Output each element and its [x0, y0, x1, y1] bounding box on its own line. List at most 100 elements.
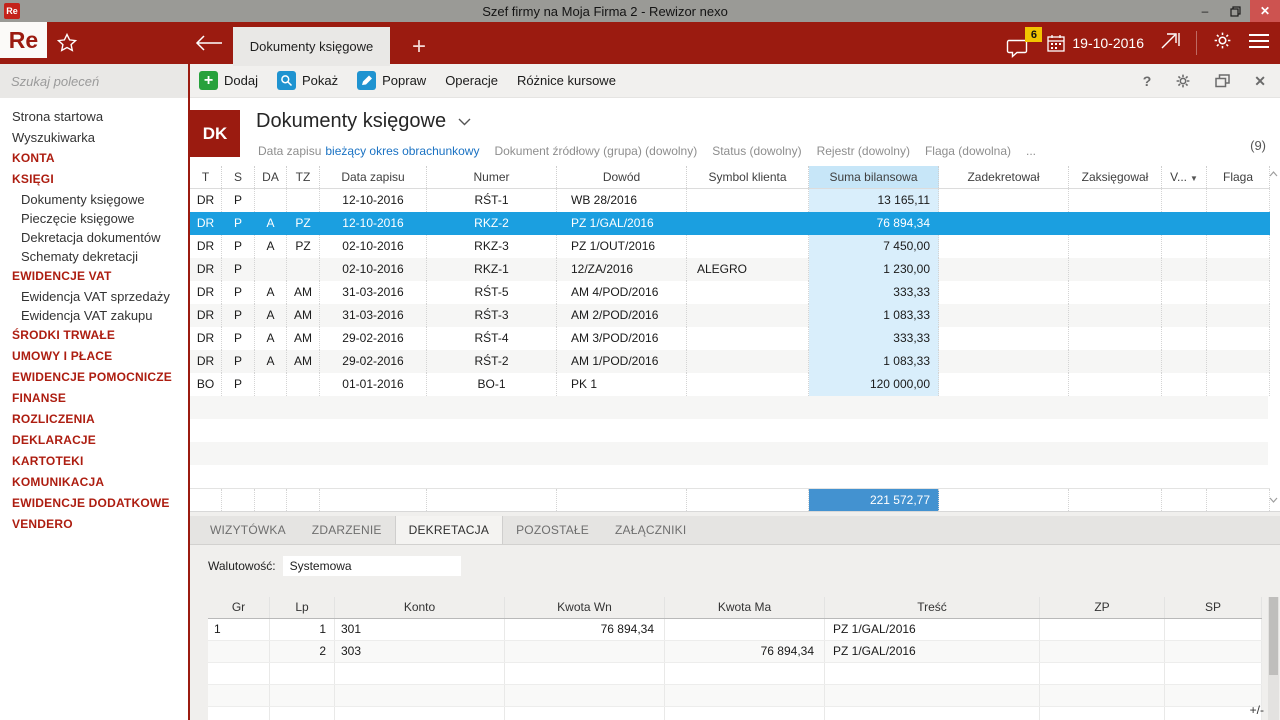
column-header-da[interactable]: DA [255, 166, 287, 188]
command-search[interactable] [0, 64, 188, 98]
decree-row[interactable] [208, 707, 1262, 720]
filter-item[interactable]: Status (dowolny) [712, 144, 801, 158]
column-header-zaksiegowal[interactable]: Zaksięgował [1069, 166, 1162, 188]
column-header-tz[interactable]: TZ [287, 166, 320, 188]
sidebar-item-księgi[interactable]: KSIĘGI [0, 169, 188, 190]
detail-tab-wizytówka[interactable]: WIZYTÓWKA [197, 516, 299, 544]
column-header-suma[interactable]: Suma bilansowa [809, 166, 939, 188]
favorites-button[interactable] [55, 31, 79, 55]
sidebar-item-umowy-i-płace[interactable]: UMOWY I PŁACE [0, 346, 188, 367]
table-row[interactable]: DRPAPZ02-10-2016RKZ-3PZ 1/OUT/20167 450,… [190, 235, 1270, 258]
table-row[interactable]: DRPAAM31-03-2016RŚT-5AM 4/POD/2016333,33 [190, 281, 1270, 304]
filter-item[interactable]: Data zapisubieżący okres obrachunkowy [258, 144, 479, 158]
show-button[interactable]: Pokaż [277, 71, 338, 90]
filter-item[interactable]: Flaga (dowolna) [925, 144, 1011, 158]
exchange-differences-button[interactable]: Różnice kursowe [517, 73, 616, 88]
add-button[interactable]: +Dodaj [199, 71, 258, 90]
scrollbar-thumb[interactable] [1269, 597, 1278, 675]
filter-item[interactable]: Dokument źródłowy (grupa) (dowolny) [494, 144, 697, 158]
restore-button[interactable] [1220, 0, 1250, 22]
column-header-flaga[interactable]: Flaga [1207, 166, 1270, 188]
sidebar-item-środki-trwałe[interactable]: ŚRODKI TRWAŁE [0, 325, 188, 346]
sidebar-item-ewidencja-vat-sprzedaży[interactable]: Ewidencja VAT sprzedaży [0, 287, 188, 306]
scroll-down-button[interactable] [1268, 494, 1279, 506]
sidebar-item-ewidencje-vat[interactable]: EWIDENCJE VAT [0, 266, 188, 287]
decree-row[interactable]: 230376 894,34PZ 1/GAL/2016 [208, 641, 1262, 663]
detail-tab-załączniki[interactable]: ZAŁĄCZNIKI [602, 516, 699, 544]
settings-button[interactable] [1212, 30, 1233, 56]
operations-button[interactable]: Operacje [445, 73, 498, 88]
table-row[interactable]: DRPAAM29-02-2016RŚT-4AM 3/POD/2016333,33 [190, 327, 1270, 350]
module-settings-button[interactable] [1175, 73, 1191, 89]
sidebar-item-dokumenty-księgowe[interactable]: Dokumenty księgowe [0, 190, 188, 209]
date-button[interactable]: 19-10-2016 [1047, 35, 1144, 52]
sidebar-item-finanse[interactable]: FINANSE [0, 388, 188, 409]
sidebar-item-pieczęcie-księgowe[interactable]: Pieczęcie księgowe [0, 209, 188, 228]
column-header-symbol[interactable]: Symbol klienta [687, 166, 809, 188]
close-button[interactable]: ✕ [1250, 0, 1280, 22]
messages-button[interactable]: 6 [1006, 30, 1032, 60]
filter-item[interactable]: ... [1026, 144, 1036, 158]
table-row[interactable]: DRPAPZ12-10-2016RKZ-2PZ 1/GAL/201676 894… [190, 212, 1270, 235]
decree-column-header-konto[interactable]: Konto [335, 597, 505, 618]
decree-column-header-ma[interactable]: Kwota Ma [665, 597, 825, 618]
sidebar-item-vendero[interactable]: VENDERO [0, 514, 188, 535]
decree-row[interactable] [208, 685, 1262, 707]
decree-column-header-lp[interactable]: Lp [270, 597, 335, 618]
new-tab-button[interactable]: + [390, 27, 448, 66]
column-header-data_zapisu[interactable]: Data zapisu [320, 166, 427, 188]
filter-value-link[interactable]: bieżący okres obrachunkowy [325, 144, 479, 158]
currency-field[interactable]: Systemowa [283, 556, 461, 576]
column-header-t[interactable]: T [190, 166, 222, 188]
sidebar-item-dekretacja-dokumentów[interactable]: Dekretacja dokumentów [0, 228, 188, 247]
table-row[interactable]: DRP02-10-2016RKZ-112/ZA/2016ALEGRO1 230,… [190, 258, 1270, 281]
tab-dokumenty-ksiegowe[interactable]: Dokumenty księgowe [233, 27, 390, 66]
decree-column-header-tresc[interactable]: Treść [825, 597, 1040, 618]
expand-collapse-control[interactable]: +/- [1250, 703, 1264, 717]
column-dropdown-icon[interactable]: ▼ [1190, 174, 1198, 183]
column-header-s[interactable]: S [222, 166, 255, 188]
decree-row[interactable] [208, 663, 1262, 685]
detail-scrollbar[interactable] [1268, 597, 1279, 720]
chevron-down-icon[interactable] [458, 118, 471, 126]
quick-launch-button[interactable] [1159, 30, 1181, 57]
help-button[interactable]: ? [1143, 73, 1152, 89]
search-input[interactable] [11, 74, 187, 89]
column-header-dowod[interactable]: Dowód [557, 166, 687, 188]
sidebar-item-rozliczenia[interactable]: ROZLICZENIA [0, 409, 188, 430]
close-module-button[interactable]: ✕ [1254, 73, 1266, 90]
main-menu-button[interactable] [1248, 33, 1270, 54]
table-row[interactable]: DRP12-10-2016RŚT-1WB 28/201613 165,11 [190, 189, 1270, 212]
column-header-v[interactable]: V...▼ [1162, 166, 1207, 188]
column-header-numer[interactable]: Numer [427, 166, 557, 188]
sidebar-item-wyszukiwarka[interactable]: Wyszukiwarka [0, 127, 188, 148]
decree-column-header-zp[interactable]: ZP [1040, 597, 1165, 618]
sidebar-item-komunikacja[interactable]: KOMUNIKACJA [0, 472, 188, 493]
back-button[interactable] [194, 32, 224, 54]
sidebar-item-kartoteki[interactable]: KARTOTEKI [0, 451, 188, 472]
table-row[interactable]: DRPAAM29-02-2016RŚT-2AM 1/POD/20161 083,… [190, 350, 1270, 373]
edit-button[interactable]: Popraw [357, 71, 426, 90]
decree-column-header-gr[interactable]: Gr [208, 597, 270, 618]
decree-row[interactable]: 1130176 894,34PZ 1/GAL/2016 [208, 619, 1262, 641]
table-row[interactable]: BOP01-01-2016BO-1PK 1120 000,00 [190, 373, 1270, 396]
table-row[interactable]: DRPAAM31-03-2016RŚT-3AM 2/POD/20161 083,… [190, 304, 1270, 327]
decree-column-header-wn[interactable]: Kwota Wn [505, 597, 665, 618]
sidebar-item-schematy-dekretacji[interactable]: Schematy dekretacji [0, 247, 188, 266]
detail-tab-dekretacja[interactable]: DEKRETACJA [395, 516, 503, 544]
minimize-button[interactable]: – [1190, 0, 1220, 22]
sidebar-item-ewidencja-vat-zakupu[interactable]: Ewidencja VAT zakupu [0, 306, 188, 325]
app-logo[interactable]: Re [0, 22, 47, 58]
filter-item[interactable]: Rejestr (dowolny) [817, 144, 910, 158]
sidebar-item-konta[interactable]: KONTA [0, 148, 188, 169]
cascade-windows-button[interactable] [1215, 74, 1230, 88]
detail-tab-pozostałe[interactable]: POZOSTAŁE [503, 516, 602, 544]
decree-column-header-sp[interactable]: SP [1165, 597, 1262, 618]
sidebar-item-ewidencje-dodatkowe[interactable]: EWIDENCJE DODATKOWE [0, 493, 188, 514]
sidebar-item-ewidencje-pomocnicze[interactable]: EWIDENCJE POMOCNICZE [0, 367, 188, 388]
sidebar-item-deklaracje[interactable]: DEKLARACJE [0, 430, 188, 451]
scroll-up-button[interactable] [1268, 168, 1279, 180]
detail-tab-zdarzenie[interactable]: ZDARZENIE [299, 516, 395, 544]
sidebar-item-strona-startowa[interactable]: Strona startowa [0, 106, 188, 127]
column-header-zadekretowal[interactable]: Zadekretował [939, 166, 1069, 188]
